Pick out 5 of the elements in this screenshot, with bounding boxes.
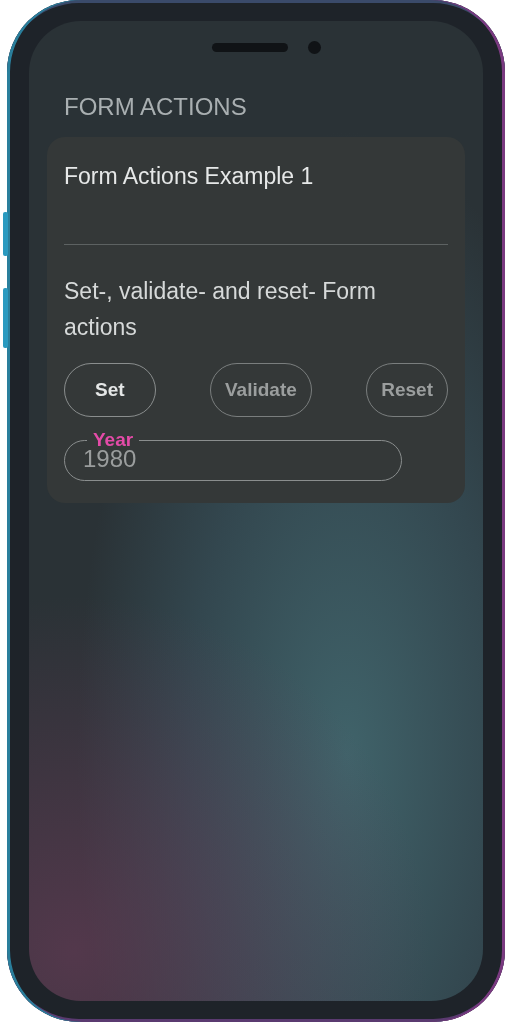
card-title: Form Actions Example 1 [64, 163, 315, 190]
card-description: Set-, validate- and reset- Form actions [64, 277, 377, 342]
camera-icon [307, 40, 321, 54]
section-title: FORM ACTIONS [64, 93, 248, 121]
speaker-icon [211, 42, 288, 52]
